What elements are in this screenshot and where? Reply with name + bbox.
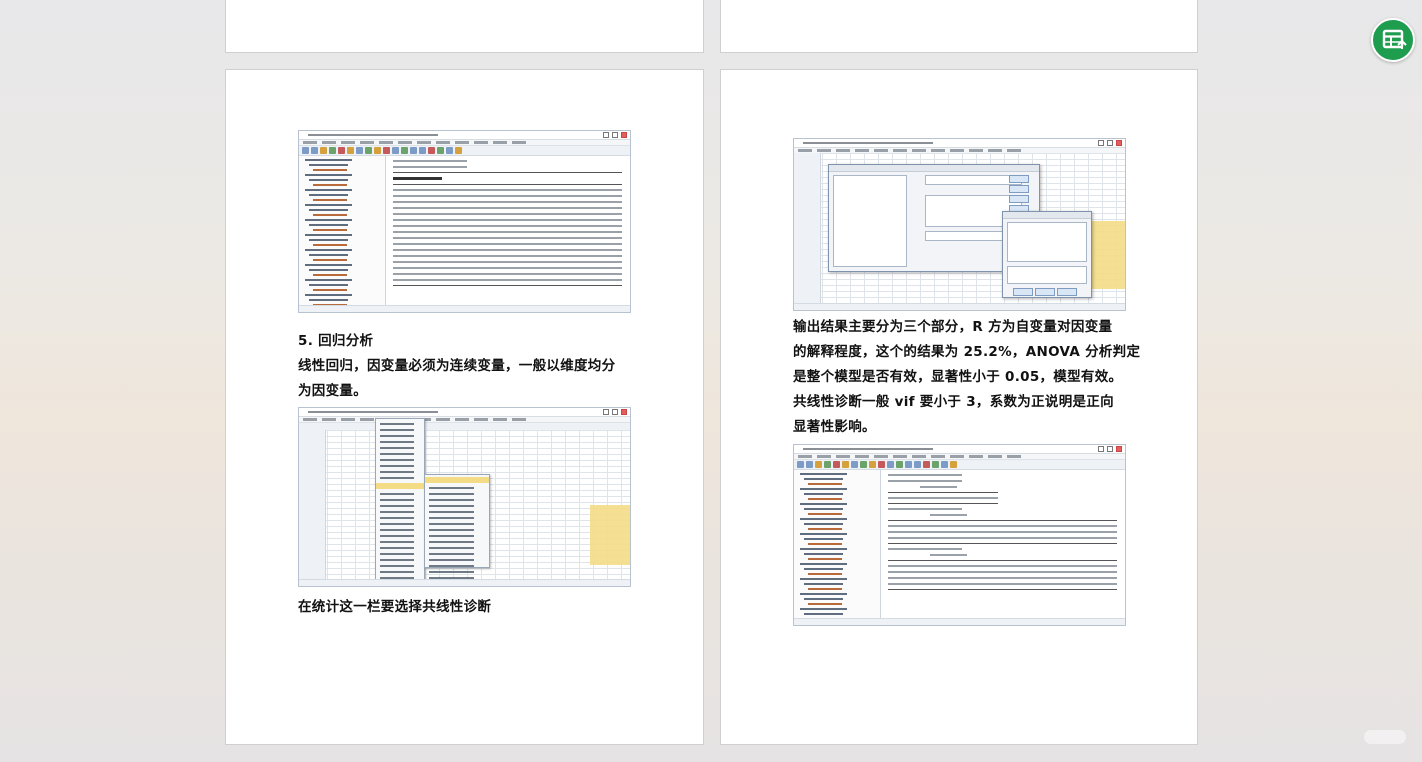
watermark <box>1364 730 1406 744</box>
previous-page-right <box>720 0 1198 53</box>
paragraph-line: 的解释程度，这个的结果为 25.2%，ANOVA 分析判定 <box>793 344 1141 360</box>
spss-regression-dialog-screenshot <box>793 138 1126 311</box>
paragraph-line: 显著性影响。 <box>793 419 876 435</box>
document-page-right: 输出结果主要分为三个部分，R 方为自变量对因变量 的解释程度，这个的结果为 25… <box>720 69 1198 745</box>
paragraph-line: 输出结果主要分为三个部分，R 方为自变量对因变量 <box>793 319 1113 335</box>
document-page-left: 5. 回归分析 线性回归，因变量必须为连续变量，一般以维度均分 为因变量。 在统… <box>225 69 704 745</box>
spss-output-viewer-screenshot <box>298 130 631 313</box>
spss-analyze-menu-screenshot <box>298 407 631 587</box>
paragraph-line: 线性回归，因变量必须为连续变量，一般以维度均分 <box>298 358 616 374</box>
paragraph-line: 共线性诊断一般 vif 要小于 3，系数为正说明是正向 <box>793 394 1114 410</box>
paragraph-line: 是整个模型是否有效，显著性小于 0.05，模型有效。 <box>793 369 1123 385</box>
screenshot-caption: 在统计这一栏要选择共线性诊断 <box>298 599 492 615</box>
previous-page-left <box>225 0 704 53</box>
section-heading: 5. 回归分析 <box>298 333 374 349</box>
paragraph-line: 为因变量。 <box>298 383 367 399</box>
table-icon <box>1382 29 1407 49</box>
spss-regression-output-screenshot <box>793 444 1126 626</box>
table-app-button[interactable] <box>1371 18 1415 62</box>
